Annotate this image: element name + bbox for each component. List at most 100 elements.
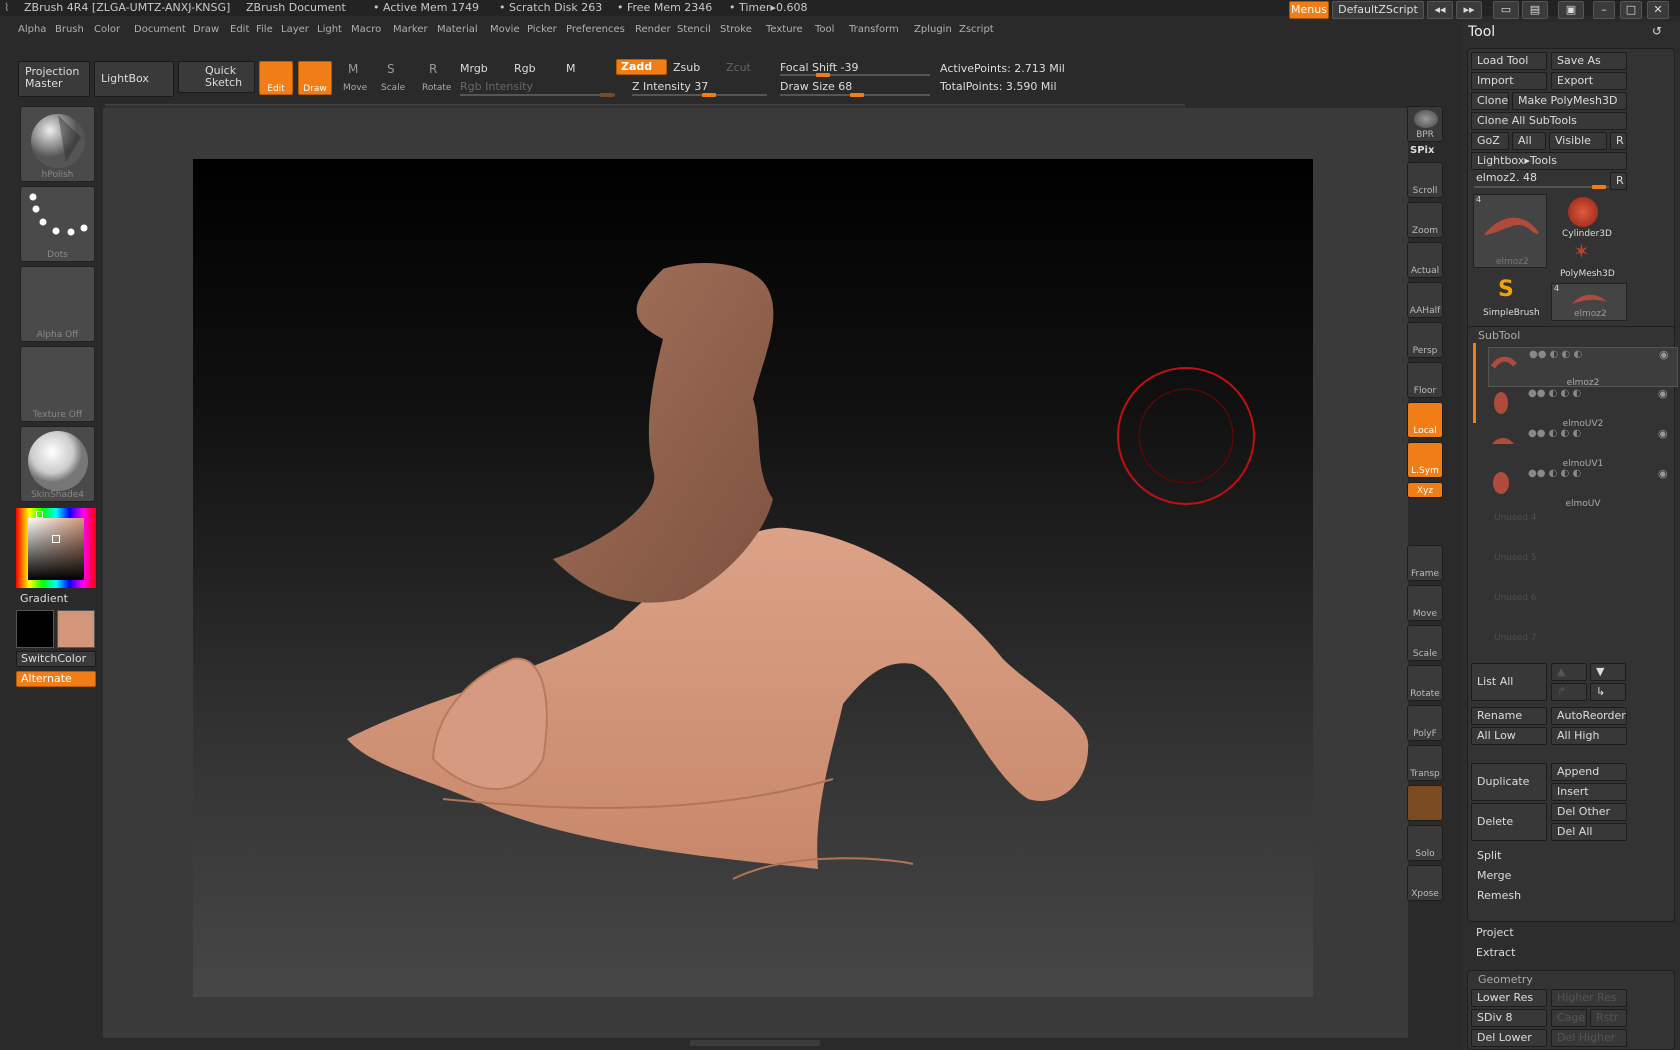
insert-button[interactable]: Insert	[1551, 783, 1627, 801]
menu-preferences[interactable]: Preferences	[566, 24, 625, 35]
subtool-row-elmoz2[interactable]: ●● ◐ ◐ ◐ ◉ elmoz2	[1488, 347, 1678, 388]
gradient-label[interactable]: Gradient	[20, 592, 68, 605]
current-tool-slider[interactable]: elmoz2. 48	[1476, 171, 1537, 184]
menu-stencil[interactable]: Stencil	[677, 24, 711, 35]
clone-button[interactable]: Clone	[1471, 92, 1509, 110]
subtool-row-elmouv2[interactable]: ●● ◐ ◐ ◐ ◉ elmoUV2	[1488, 387, 1678, 429]
menu-layer[interactable]: Layer	[281, 24, 309, 35]
duplicate-button[interactable]: Duplicate	[1471, 763, 1547, 801]
menu-movie[interactable]: Movie	[490, 24, 520, 35]
ghost-button[interactable]: Ghost	[1407, 785, 1443, 821]
polymesh3d-label[interactable]: PolyMesh3D	[1560, 269, 1615, 279]
secondary-color-swatch[interactable]	[16, 610, 54, 648]
brush-thumbnail[interactable]: hPolish	[20, 106, 95, 182]
del-higher-button[interactable]: Del Higher	[1551, 1029, 1627, 1047]
split-button[interactable]: Split	[1471, 847, 1627, 865]
menu-render[interactable]: Render	[635, 24, 671, 35]
default-zscript-button[interactable]: DefaultZScript	[1332, 1, 1424, 19]
menu-color[interactable]: Color	[94, 24, 120, 35]
m-button[interactable]: M	[566, 62, 576, 75]
subtool-title[interactable]: SubTool	[1478, 329, 1520, 342]
bottom-tray-handle[interactable]	[690, 1040, 820, 1046]
eye-icon[interactable]: ◉	[1658, 427, 1668, 440]
menu-zscript[interactable]: Zscript	[959, 24, 994, 35]
cylinder3d-icon[interactable]	[1568, 197, 1598, 227]
subtool-row-elmouv1[interactable]: ●● ◐ ◐ ◐ ◉ elmoUV1	[1488, 427, 1678, 469]
bpr-button[interactable]: BPR	[1407, 106, 1443, 142]
refresh-icon[interactable]: ↺	[1652, 24, 1662, 38]
close-icon[interactable]: ✕	[1647, 1, 1669, 19]
subtool-toggles[interactable]: ●● ◐ ◐ ◐	[1528, 468, 1581, 479]
arrow-up-icon[interactable]: ▲	[1551, 663, 1587, 681]
lock-icon[interactable]: ▣	[1558, 1, 1584, 19]
subtool-toggles[interactable]: ●● ◐ ◐ ◐	[1529, 349, 1582, 360]
subtool-toggles[interactable]: ●● ◐ ◐ ◐	[1528, 428, 1581, 439]
higher-res-button[interactable]: Higher Res	[1551, 989, 1627, 1007]
menu-edit[interactable]: Edit	[230, 24, 249, 35]
menu-material[interactable]: Material	[437, 24, 478, 35]
menu-document[interactable]: Document	[134, 24, 186, 35]
subtool-toggles[interactable]: ●● ◐ ◐ ◐	[1528, 388, 1581, 399]
lightbox-tools-button[interactable]: Lightbox▸Tools	[1471, 152, 1627, 170]
color-cursor[interactable]	[52, 535, 60, 543]
load-tool-button[interactable]: Load Tool	[1471, 52, 1547, 70]
goz-button[interactable]: GoZ	[1471, 132, 1509, 150]
actual-button[interactable]: Actual	[1407, 242, 1443, 278]
make-polymesh-button[interactable]: Make PolyMesh3D	[1512, 92, 1627, 110]
arrow-down-icon[interactable]: ▼	[1590, 663, 1626, 681]
rgb-intensity-slider[interactable]: Rgb Intensity	[460, 80, 533, 93]
extract-button[interactable]: Extract	[1470, 944, 1626, 962]
move-button[interactable]: Move	[343, 83, 367, 93]
quick-sketch-button[interactable]: Quick Sketch	[178, 61, 255, 93]
geometry-title[interactable]: Geometry	[1478, 973, 1533, 986]
local-button[interactable]: Local	[1407, 402, 1443, 438]
list-all-button[interactable]: List All	[1471, 663, 1547, 701]
layout-icon[interactable]: ▭	[1493, 1, 1519, 19]
scale-view-button[interactable]: Scale	[1407, 625, 1443, 661]
zsub-button[interactable]: Zsub	[673, 61, 700, 74]
simplebrush-label[interactable]: SimpleBrush	[1483, 308, 1540, 318]
hue-cursor[interactable]	[36, 511, 43, 518]
scroll-button[interactable]: Scroll	[1407, 162, 1443, 198]
projection-master-button[interactable]: Projection Master	[18, 61, 90, 97]
remesh-button[interactable]: Remesh	[1471, 887, 1627, 905]
r-button[interactable]: R	[1610, 132, 1627, 150]
merge-button[interactable]: Merge	[1471, 867, 1627, 885]
xpose-button[interactable]: Xpose	[1407, 865, 1443, 901]
rotate-button[interactable]: Rotate	[422, 83, 451, 93]
move-up-icon[interactable]: ↱	[1551, 683, 1587, 701]
tool-thumb-elmoz2[interactable]: 4 elmoz2	[1473, 194, 1547, 268]
menu-transform[interactable]: Transform	[849, 24, 899, 35]
floor-button[interactable]: Floor	[1407, 362, 1443, 398]
rstr-button[interactable]: Rstr	[1590, 1009, 1627, 1027]
current-tool-track[interactable]	[1474, 185, 1609, 189]
mrgb-button[interactable]: Mrgb	[460, 62, 488, 75]
menu-file[interactable]: File	[256, 24, 273, 35]
lsym-button[interactable]: L.Sym	[1407, 442, 1443, 478]
spix-label[interactable]: SPix	[1410, 145, 1434, 156]
rotate-icon[interactable]: R	[429, 62, 437, 76]
menu-tool[interactable]: Tool	[815, 24, 834, 35]
menu-light[interactable]: Light	[317, 24, 342, 35]
eye-icon[interactable]: ◉	[1658, 387, 1668, 400]
delete-button[interactable]: Delete	[1471, 803, 1547, 841]
cage-button[interactable]: Cage	[1551, 1009, 1587, 1027]
layout2-icon[interactable]: ▤	[1522, 1, 1548, 19]
draw-size-track[interactable]	[780, 93, 930, 97]
draw-size-slider[interactable]: Draw Size 68	[780, 80, 852, 93]
rename-button[interactable]: Rename	[1471, 707, 1547, 725]
subtool-row-elmouv[interactable]: ●● ◐ ◐ ◐ ◉ elmoUV	[1488, 467, 1678, 509]
material-thumbnail[interactable]: SkinShade4	[20, 426, 95, 502]
r-tool-button[interactable]: R	[1610, 172, 1627, 190]
color-picker[interactable]	[16, 508, 96, 588]
transp-button[interactable]: Transp	[1407, 745, 1443, 781]
menu-alpha[interactable]: Alpha	[18, 24, 46, 35]
scale-button[interactable]: Scale	[381, 83, 405, 93]
append-button[interactable]: Append	[1551, 763, 1627, 781]
move-down-icon[interactable]: ↳	[1590, 683, 1626, 701]
del-lower-button[interactable]: Del Lower	[1471, 1029, 1547, 1047]
forward-icon[interactable]: ▸▸	[1456, 1, 1482, 19]
edit-button[interactable]: Edit	[259, 61, 293, 95]
import-button[interactable]: Import	[1471, 72, 1547, 90]
save-as-button[interactable]: Save As	[1551, 52, 1627, 70]
